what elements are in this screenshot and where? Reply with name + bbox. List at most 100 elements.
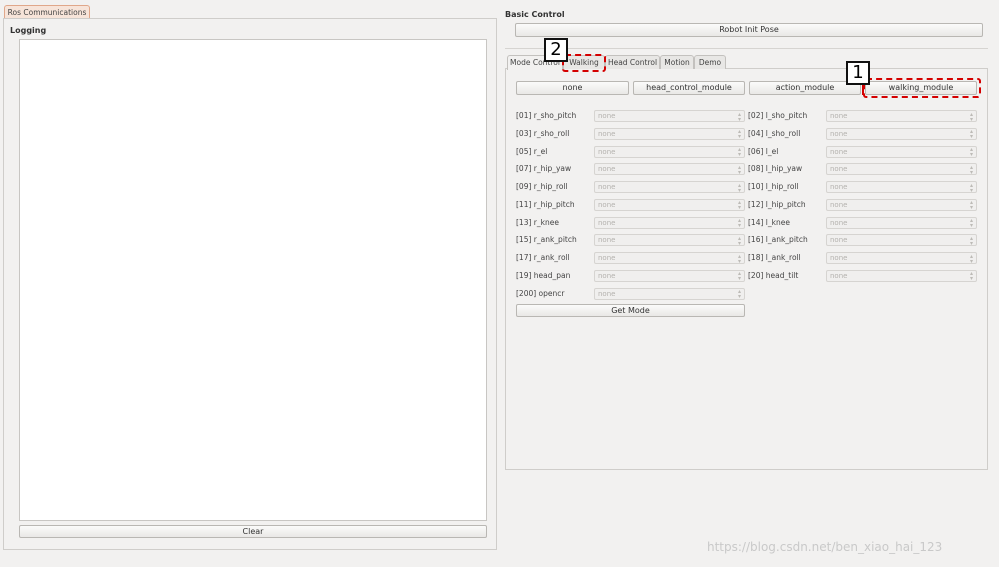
joint-module-value: none xyxy=(830,129,848,138)
joint-label: [17] r_ank_roll xyxy=(516,253,570,262)
joint-label: [06] l_el xyxy=(748,146,779,156)
joint-module-value: none xyxy=(598,271,616,280)
callout-1-leader xyxy=(862,85,864,95)
joint-label: [14] l_knee xyxy=(748,217,790,227)
joint-module-select[interactable]: none ▴ ▾ xyxy=(594,110,745,122)
get-mode-button[interactable]: Get Mode xyxy=(516,304,745,317)
joint-module-select[interactable]: none ▴ ▾ xyxy=(594,163,745,176)
basic-control-title: Basic Control xyxy=(505,10,565,19)
updown-arrows-icon: ▴ ▾ xyxy=(737,252,741,265)
updown-arrows-icon: ▴ ▾ xyxy=(737,288,741,300)
joint-module-select[interactable]: none ▴ ▾ xyxy=(826,216,977,229)
updown-arrows-icon: ▴ ▾ xyxy=(969,270,973,283)
joint-label: [11] r_hip_pitch xyxy=(516,199,575,209)
updown-arrows-icon: ▴ ▾ xyxy=(969,199,973,212)
joint-label: [03] r_sho_roll xyxy=(516,128,570,138)
joint-module-select[interactable]: none ▴ ▾ xyxy=(826,252,977,264)
updown-arrows-icon: ▴ ▾ xyxy=(737,270,741,283)
module-none-button[interactable]: none xyxy=(516,81,629,95)
joint-label: [10] l_hip_roll xyxy=(748,182,799,191)
joint-module-select[interactable]: none ▴ ▾ xyxy=(594,145,745,158)
joint-label: [08] l_hip_yaw xyxy=(748,164,803,174)
joint-module-select[interactable]: none ▴ ▾ xyxy=(594,287,745,300)
tab-motion[interactable]: Motion xyxy=(660,55,694,69)
callout-2-highlight xyxy=(562,54,606,72)
module-action-button[interactable]: action_module xyxy=(749,81,861,95)
callout-2-number: 2 xyxy=(544,38,568,62)
joint-module-value: none xyxy=(830,200,848,209)
joint-module-value: none xyxy=(598,218,616,227)
joint-label: [19] head_pan xyxy=(516,270,571,280)
module-head-control-button[interactable]: head_control_module xyxy=(633,81,745,95)
joint-module-value: none xyxy=(830,218,848,227)
joint-module-value: none xyxy=(598,236,616,245)
joint-module-select[interactable]: none ▴ ▾ xyxy=(594,127,745,141)
joint-module-select[interactable]: none ▴ ▾ xyxy=(826,163,977,176)
joint-module-select[interactable]: none ▴ ▾ xyxy=(594,216,745,229)
updown-arrows-icon: ▴ ▾ xyxy=(969,146,973,158)
updown-arrows-icon: ▴ ▾ xyxy=(969,252,973,265)
logging-output[interactable] xyxy=(19,39,487,521)
updown-arrows-icon: ▴ ▾ xyxy=(737,234,741,247)
joint-label: [15] r_ank_pitch xyxy=(516,235,577,245)
joint-label: [13] r_knee xyxy=(516,217,559,227)
joint-label: [01] r_sho_pitch xyxy=(516,111,577,120)
joint-module-select[interactable]: none ▴ ▾ xyxy=(826,269,977,283)
joint-module-select[interactable]: none ▴ ▾ xyxy=(594,269,745,283)
joint-label: [20] head_tilt xyxy=(748,270,799,280)
joint-label: [200] opencr xyxy=(516,288,565,298)
joint-label: [12] l_hip_pitch xyxy=(748,199,806,209)
joint-module-value: none xyxy=(830,147,848,156)
joint-module-select[interactable]: none ▴ ▾ xyxy=(826,127,977,141)
updown-arrows-icon: ▴ ▾ xyxy=(737,128,741,141)
joint-label: [04] l_sho_roll xyxy=(748,128,801,138)
joint-module-value: none xyxy=(598,112,616,120)
joint-module-value: none xyxy=(830,112,848,120)
joint-label: [07] r_hip_yaw xyxy=(516,164,572,174)
joint-module-value: none xyxy=(598,129,616,138)
joint-module-select[interactable]: none ▴ ▾ xyxy=(826,198,977,212)
joint-label: [02] l_sho_pitch xyxy=(748,111,808,120)
tab-demo[interactable]: Demo xyxy=(694,55,726,69)
joint-module-select[interactable]: none ▴ ▾ xyxy=(594,181,745,193)
joint-module-select[interactable]: none ▴ ▾ xyxy=(826,181,977,193)
callout-1-number: 1 xyxy=(846,61,870,85)
joint-module-select[interactable]: none ▴ ▾ xyxy=(594,198,745,212)
updown-arrows-icon: ▴ ▾ xyxy=(969,217,973,229)
joint-module-value: none xyxy=(830,165,848,174)
clear-button[interactable]: Clear xyxy=(19,525,487,538)
updown-arrows-icon: ▴ ▾ xyxy=(737,217,741,229)
divider xyxy=(505,48,988,49)
joint-module-select[interactable]: none ▴ ▾ xyxy=(826,110,977,122)
updown-arrows-icon: ▴ ▾ xyxy=(969,181,973,194)
updown-arrows-icon: ▴ ▾ xyxy=(737,199,741,212)
updown-arrows-icon: ▴ ▾ xyxy=(969,110,973,123)
joint-module-value: none xyxy=(830,236,848,245)
joint-label: [16] l_ank_pitch xyxy=(748,235,808,245)
updown-arrows-icon: ▴ ▾ xyxy=(969,163,973,176)
updown-arrows-icon: ▴ ▾ xyxy=(969,234,973,247)
joint-label: [05] r_el xyxy=(516,146,548,156)
callout-1-highlight xyxy=(863,78,981,98)
joint-module-value: none xyxy=(598,147,616,156)
logging-title: Logging xyxy=(10,26,47,35)
joint-module-select[interactable]: none ▴ ▾ xyxy=(594,234,745,247)
robot-init-pose-button[interactable]: Robot Init Pose xyxy=(515,23,983,37)
joint-module-value: none xyxy=(830,183,848,191)
updown-arrows-icon: ▴ ▾ xyxy=(737,110,741,123)
updown-arrows-icon: ▴ ▾ xyxy=(737,146,741,158)
joint-module-select[interactable]: none ▴ ▾ xyxy=(826,234,977,247)
watermark-text: https://blog.csdn.net/ben_xiao_hai_123 xyxy=(707,540,943,554)
joint-module-value: none xyxy=(830,271,848,280)
updown-arrows-icon: ▴ ▾ xyxy=(969,128,973,141)
tab-head-control[interactable]: Head Control xyxy=(605,55,660,69)
joint-module-select[interactable]: none ▴ ▾ xyxy=(594,252,745,264)
joint-module-select[interactable]: none ▴ ▾ xyxy=(826,145,977,158)
joint-module-value: none xyxy=(598,183,616,191)
updown-arrows-icon: ▴ ▾ xyxy=(737,181,741,194)
tab-ros-communications[interactable]: Ros Communications xyxy=(4,5,90,19)
joint-module-value: none xyxy=(598,254,616,262)
joint-label: [18] l_ank_roll xyxy=(748,253,801,262)
updown-arrows-icon: ▴ ▾ xyxy=(737,163,741,176)
joint-label: [09] r_hip_roll xyxy=(516,182,568,191)
